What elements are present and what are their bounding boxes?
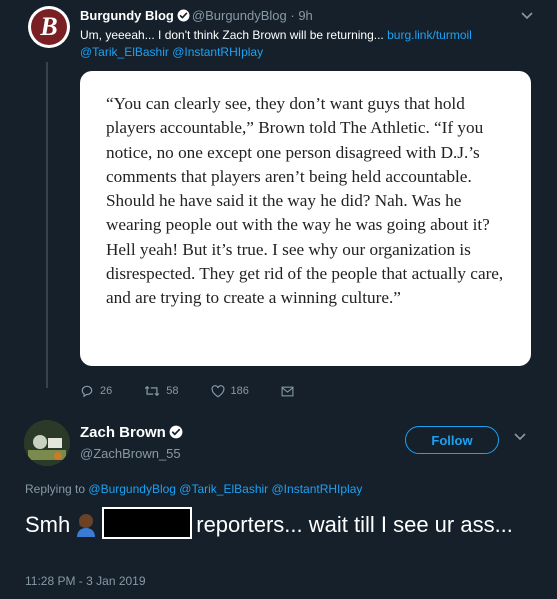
tweet1-actions: 26 58 186	[80, 384, 332, 398]
heart-icon	[211, 384, 224, 397]
burgundy-blog-logo: B	[31, 9, 67, 45]
tweet1-author-name[interactable]: Burgundy Blog	[80, 8, 174, 23]
follow-button[interactable]: Follow	[405, 426, 499, 454]
quote-text: “You can clearly see, they don’t want gu…	[106, 94, 504, 308]
tweet1-header: Burgundy Blog @BurgundyBlog · 9h	[80, 8, 313, 23]
retweet-count: 58	[166, 385, 179, 397]
replying-mentions[interactable]: @BurgundyBlog @Tarik_ElBashir @InstantRH…	[88, 482, 362, 496]
retweet-icon	[145, 385, 160, 397]
burgundy-blog-avatar[interactable]: B	[28, 6, 70, 48]
tweet1-handle[interactable]: @BurgundyBlog	[192, 8, 287, 23]
replying-prefix: Replying to	[25, 482, 86, 496]
tweet2-author-name[interactable]: Zach Brown	[80, 424, 185, 441]
reply-icon	[81, 385, 93, 398]
mention-instantrhiplay[interactable]: @InstantRHIplay	[172, 45, 263, 59]
tweet2-timestamp[interactable]: 11:28 PM - 3 Jan 2019	[25, 574, 146, 588]
tweet2-handle[interactable]: @ZachBrown_55	[80, 446, 181, 461]
message-button[interactable]	[281, 386, 300, 397]
facepalm-emoji-icon	[77, 514, 96, 537]
verified-icon	[177, 9, 190, 22]
zach-brown-avatar[interactable]	[24, 420, 70, 466]
tweet1-text: Um, yeeeah... I don't think Zach Brown w…	[80, 27, 530, 61]
tweet1-link[interactable]: burg.link/turmoil	[387, 28, 472, 42]
tweet2-text-start: Smh	[25, 512, 71, 537]
chevron-down-icon[interactable]	[521, 12, 533, 20]
tweet1-body: Um, yeeeah... I don't think Zach Brown w…	[80, 28, 384, 42]
tweet2-text: Smh reporters... wait till I see ur ass..…	[25, 507, 535, 540]
chevron-down-icon[interactable]	[514, 433, 526, 441]
verified-icon	[169, 425, 183, 439]
replying-to: Replying to @BurgundyBlog @Tarik_ElBashi…	[25, 482, 362, 496]
thread-line	[46, 62, 48, 388]
redacted-box	[102, 507, 193, 539]
tweet1-time[interactable]: · 9h	[290, 8, 312, 23]
like-count: 186	[230, 385, 249, 397]
tweet2-text-end: reporters... wait till I see ur ass...	[196, 512, 513, 537]
reply-button[interactable]: 26	[80, 384, 112, 398]
quote-image[interactable]: “You can clearly see, they don’t want gu…	[80, 71, 531, 366]
avatar-photo	[24, 420, 70, 466]
like-button[interactable]: 186	[211, 384, 249, 398]
mention-tarik[interactable]: @Tarik_ElBashir	[80, 45, 169, 59]
mail-icon	[281, 386, 294, 396]
retweet-button[interactable]: 58	[144, 384, 179, 398]
reply-count: 26	[100, 385, 113, 397]
